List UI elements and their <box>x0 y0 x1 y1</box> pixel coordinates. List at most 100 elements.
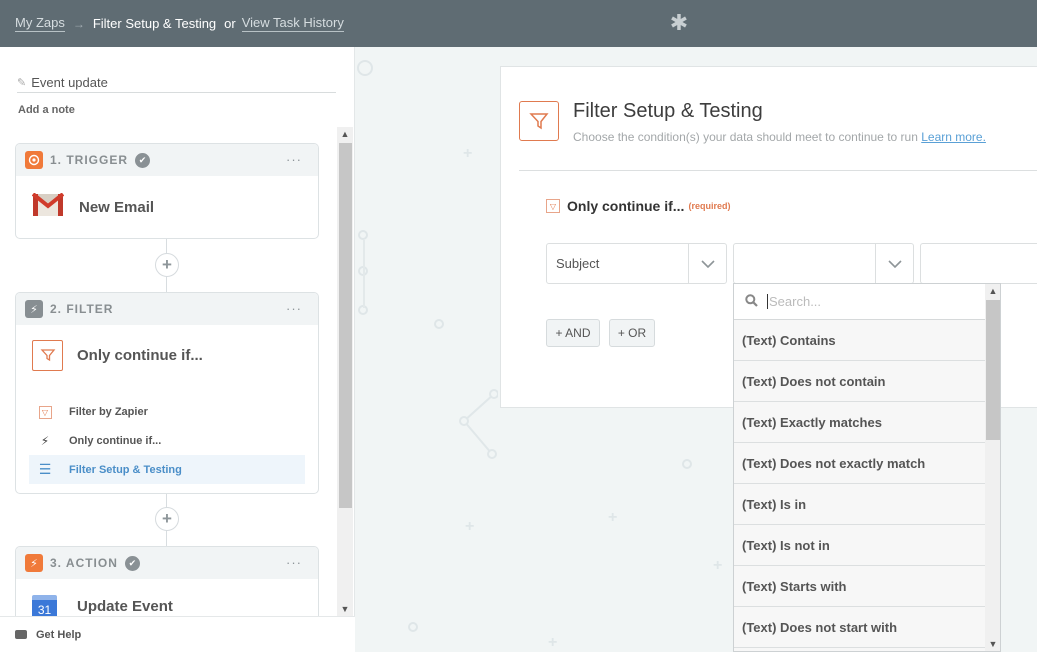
sidebar-scrollbar[interactable]: ▲ ▼ <box>337 127 353 616</box>
filter-icon: ▽ <box>546 199 560 213</box>
check-icon: ✔ <box>124 555 140 571</box>
learn-more-link[interactable]: Learn more. <box>921 130 986 144</box>
get-help-label: Get Help <box>36 628 82 641</box>
step-menu-button[interactable]: ··· <box>286 301 302 316</box>
step-body: New Email <box>16 176 318 238</box>
step-card-trigger[interactable]: 1. TRIGGER ✔ ··· New Email <box>15 143 319 239</box>
breadcrumb-my-zaps-link[interactable]: My Zaps <box>15 15 65 32</box>
scroll-up-icon[interactable]: ▲ <box>985 284 1000 298</box>
scroll-down-icon[interactable]: ▼ <box>337 602 353 616</box>
scroll-up-icon[interactable]: ▲ <box>337 127 353 141</box>
trigger-badge-icon <box>25 151 43 169</box>
decor-circle-icon <box>682 459 692 469</box>
filter-icon <box>32 339 63 371</box>
step-body: Only continue if... <box>16 325 318 385</box>
step-sub-items: ▽ Filter by Zapier ⚡ Only continue if...… <box>16 397 318 484</box>
step-card-action[interactable]: ⚡ 3. ACTION ✔ ··· 31 Update Event <box>15 546 319 616</box>
sub-item-label: Only continue if... <box>69 434 162 447</box>
bolt-badge-icon: ⚡ <box>25 554 43 572</box>
sub-item-label: Filter by Zapier <box>69 405 148 418</box>
decor-circle-icon <box>357 60 373 76</box>
add-step-button[interactable]: + <box>155 507 179 531</box>
zap-name-field[interactable]: ✎ Event update <box>17 73 336 93</box>
dropdown-option[interactable]: (Text) Starts with <box>734 566 985 607</box>
scroll-down-icon[interactable]: ▼ <box>985 637 1000 651</box>
step-title: 3. ACTION <box>50 556 118 570</box>
decor-line <box>363 240 365 308</box>
dropdown-scrollbar[interactable]: ▲ ▼ <box>985 284 1000 651</box>
bolt-icon: ⚡ <box>40 433 50 448</box>
panel-description-text: Choose the condition(s) your data should… <box>573 130 918 144</box>
step-app-label: Only continue if... <box>77 346 203 364</box>
sidebar: ✎ Event update Add a note 1. TRIGGER ✔ ·… <box>0 47 355 652</box>
dropdown-option[interactable]: (Text) Does not start with <box>734 607 985 648</box>
breadcrumb-or-text: or <box>224 16 236 31</box>
decor-plus-icon: + <box>713 557 723 574</box>
step-header: 1. TRIGGER ✔ ··· <box>16 144 318 176</box>
required-label: (required) <box>688 201 731 211</box>
dropdown-search-input[interactable] <box>767 294 967 309</box>
decor-circle-icon <box>434 319 444 329</box>
value-input[interactable] <box>920 243 1037 284</box>
scrollbar-thumb[interactable] <box>339 143 352 508</box>
dropdown-options: (Text) Contains (Text) Does not contain (T… <box>734 320 985 648</box>
condition-label: ▽ Only continue if... (required) <box>546 198 730 214</box>
decor-plus-icon: + <box>608 509 618 526</box>
panel-description: Choose the condition(s) your data should… <box>573 130 986 144</box>
divider <box>519 170 1037 171</box>
step-card-filter[interactable]: ⚡ 2. FILTER ··· Only continue if... ▽ Fi… <box>15 292 319 494</box>
add-step-button[interactable]: + <box>155 253 179 277</box>
zap-name-text: Event update <box>31 75 108 90</box>
step-menu-button[interactable]: ··· <box>286 555 302 570</box>
step-app-label: New Email <box>79 198 155 216</box>
decor-chevron-icon <box>459 389 498 459</box>
step-app-label: Update Event <box>77 598 173 615</box>
sub-item-filter-setup-testing[interactable]: ☰ Filter Setup & Testing <box>29 455 305 484</box>
decor-plus-icon: + <box>548 634 558 651</box>
dropdown-option[interactable]: (Text) Does not exactly match <box>734 443 985 484</box>
chat-bubble-icon <box>15 630 27 639</box>
gmail-icon <box>31 191 65 222</box>
chevron-down-icon[interactable] <box>875 244 913 283</box>
view-task-history-link[interactable]: View Task History <box>241 15 344 32</box>
dropdown-search <box>734 284 985 320</box>
zapier-logo-icon[interactable]: ✱ <box>668 12 690 34</box>
add-note-link[interactable]: Add a note <box>18 104 75 116</box>
decor-circle-icon <box>358 230 368 240</box>
condition-label-text: Only continue if... <box>567 198 685 214</box>
scrollbar-thumb[interactable] <box>986 300 1000 440</box>
step-title: 1. TRIGGER <box>50 153 129 167</box>
step-body: 31 Update Event <box>16 579 318 616</box>
panel-title: Filter Setup & Testing <box>573 100 763 122</box>
decor-plus-icon: + <box>463 145 473 162</box>
search-icon <box>745 293 759 310</box>
dropdown-option[interactable]: (Text) Is in <box>734 484 985 525</box>
sub-item-filter-by-zapier[interactable]: ▽ Filter by Zapier <box>29 397 305 426</box>
dropdown-option[interactable]: (Text) Exactly matches <box>734 402 985 443</box>
add-or-button[interactable]: + OR <box>609 319 655 347</box>
check-icon: ✔ <box>135 152 151 168</box>
add-and-button[interactable]: + AND <box>546 319 600 347</box>
get-help-button[interactable]: Get Help <box>0 616 355 652</box>
step-header: ⚡ 2. FILTER ··· <box>16 293 318 325</box>
dropdown-option[interactable]: (Text) Is not in <box>734 525 985 566</box>
dropdown-option[interactable]: (Text) Contains <box>734 320 985 361</box>
operator-select[interactable] <box>733 243 914 284</box>
step-menu-button[interactable]: ··· <box>286 152 302 167</box>
breadcrumb-arrow-icon: → <box>72 16 85 31</box>
dropdown-option[interactable]: (Text) Does not contain <box>734 361 985 402</box>
step-header: ⚡ 3. ACTION ✔ ··· <box>16 547 318 579</box>
pencil-icon: ✎ <box>17 77 27 89</box>
sub-item-label: Filter Setup & Testing <box>69 463 182 476</box>
field-select-value: Subject <box>556 256 600 271</box>
sub-item-only-continue[interactable]: ⚡ Only continue if... <box>29 426 305 455</box>
chevron-down-icon[interactable] <box>688 244 726 283</box>
top-bar: My Zaps → Filter Setup & Testing or View… <box>0 0 1037 47</box>
field-select[interactable]: Subject <box>546 243 727 284</box>
bolt-badge-icon: ⚡ <box>25 300 43 318</box>
filter-icon <box>519 101 559 141</box>
list-icon: ☰ <box>38 461 52 477</box>
operator-dropdown: (Text) Contains(Text) Does not contain(T… <box>733 283 1001 652</box>
steps-scroll-area: 1. TRIGGER ✔ ··· New Email + ⚡ 2. FILTER… <box>0 127 355 616</box>
filter-icon: ▽ <box>37 404 53 419</box>
